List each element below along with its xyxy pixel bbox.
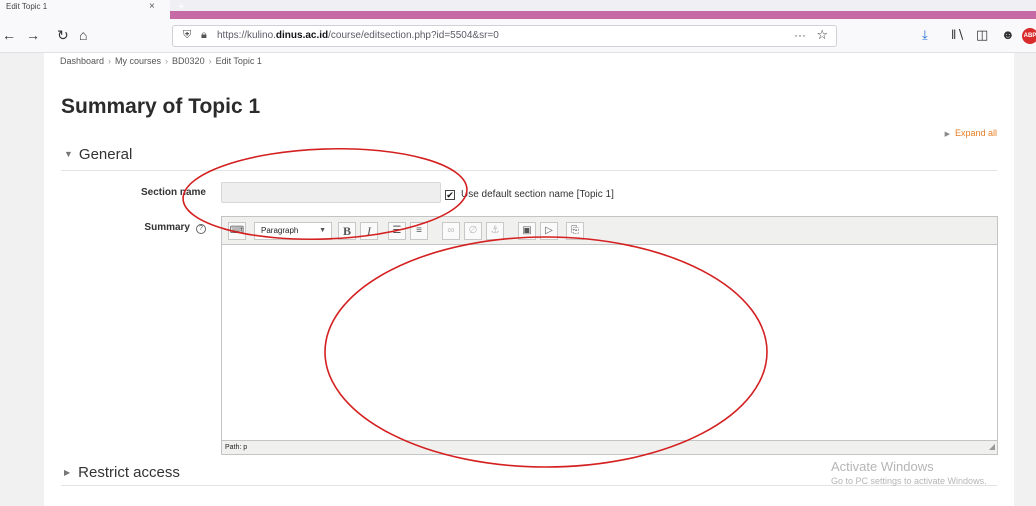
editor-status-bar: Path: p ◢ (222, 440, 997, 454)
paragraph-select-value: Paragraph (261, 226, 299, 235)
image-icon[interactable]: ▣ (518, 222, 536, 240)
chevron-right-icon: › (208, 56, 212, 66)
page-background: Dashboard › My courses › BD0320 › Edit Topic 1… (0, 53, 1036, 506)
caret-right-icon: ▶ (64, 468, 71, 477)
page-actions-button[interactable]: ··· (794, 28, 806, 42)
section-name-label: Section name (140, 187, 206, 198)
link-icon[interactable]: ∞ (442, 222, 460, 240)
breadcrumb-item-my-courses[interactable]: My courses (115, 56, 161, 66)
use-default-label: Use default section name [Topic 1] (461, 189, 614, 200)
chevron-down-icon: ▼ (319, 227, 326, 234)
url-domain: dinus.ac.id (275, 30, 329, 41)
chevron-right-icon: › (165, 56, 169, 66)
resize-handle-icon[interactable]: ◢ (989, 440, 995, 453)
lock-icon[interactable]: 🔒︎ (201, 29, 207, 42)
paragraph-select[interactable]: Paragraph ▼ (254, 222, 332, 240)
help-icon[interactable]: ? (196, 224, 206, 234)
divider (61, 170, 997, 171)
use-default-checkbox[interactable]: ✔ (445, 190, 455, 200)
forward-icon[interactable]: → (26, 26, 40, 44)
summary-label-row: Summary? (144, 222, 206, 234)
url-bar[interactable]: ⛨ 🔒︎ https://kulino.dinus.ac.id/course/e… (172, 25, 837, 47)
editor-text-area[interactable] (222, 245, 997, 440)
page-title: Summary of Topic 1 (61, 95, 261, 118)
unlink-icon[interactable]: ∅ (464, 222, 482, 240)
editor-path: Path: p (225, 444, 248, 451)
expand-all-link[interactable]: ▶ Expand all (945, 128, 997, 138)
general-section-toggle[interactable]: ▼ General (64, 146, 132, 163)
restrict-access-legend: Restrict access (78, 464, 180, 481)
breadcrumb-item-dashboard[interactable]: Dashboard (60, 56, 104, 66)
general-legend: General (78, 146, 133, 163)
download-icon[interactable]: ⤓ (922, 27, 928, 43)
italic-icon[interactable]: I (360, 222, 378, 240)
tab-close-button[interactable]: × (149, 1, 155, 12)
adblock-icon[interactable]: ABP (1022, 28, 1036, 44)
home-icon[interactable]: ⌂ (79, 26, 87, 44)
library-icon[interactable]: ‖∖ (951, 27, 965, 43)
main-content: Dashboard › My courses › BD0320 › Edit Topic 1… (44, 53, 1014, 506)
summary-editor: ⌨ Paragraph ▼ B I ☰ ≡ ∞ ∅ ⚓︎ ▣ ▷ ⎘ Path: … (221, 216, 998, 455)
breadcrumb-item-course[interactable]: BD0320 (172, 56, 205, 66)
account-icon[interactable]: ☻ (1001, 27, 1015, 42)
url-text[interactable]: https://kulino.dinus.ac.id/course/editse… (217, 30, 499, 41)
anchor-icon[interactable]: ⚓︎ (486, 222, 504, 240)
paste-icon[interactable]: ⎘ (566, 222, 584, 240)
navigation-bar: ← → ↻ ⌂ ⛨ 🔒︎ https://kulino.dinus.ac.id/… (0, 19, 1036, 53)
star-icon[interactable]: ☆ (816, 27, 828, 43)
restrict-access-toggle[interactable]: ▶ Restrict access (64, 464, 180, 481)
summary-label: Summary (144, 222, 190, 233)
editor-toolbar: ⌨ Paragraph ▼ B I ☰ ≡ ∞ ∅ ⚓︎ ▣ ▷ ⎘ (222, 217, 997, 245)
back-icon[interactable]: ← (2, 26, 16, 44)
toolbar-toggle-icon[interactable]: ⌨ (228, 222, 246, 240)
ordered-list-icon[interactable]: ≡ (410, 222, 428, 240)
tab-bar: Edit Topic 1 × + (0, 0, 1036, 19)
unordered-list-icon[interactable]: ☰ (388, 222, 406, 240)
url-path: /course/editsection.php?id=5504&sr=0 (328, 30, 499, 41)
tab-strip-accent (170, 11, 1036, 19)
chevron-right-icon: › (108, 56, 112, 66)
activate-windows-subtitle: Go to PC settings to activate Windows. (831, 476, 987, 486)
activate-windows-title: Activate Windows (831, 459, 934, 474)
tab-title: Edit Topic 1 (6, 2, 48, 11)
reload-icon[interactable]: ↻ (57, 26, 69, 44)
expand-all-label: Expand all (954, 128, 997, 138)
new-tab-button[interactable]: + (178, 1, 184, 13)
shield-icon[interactable]: ⛨ (183, 29, 191, 42)
sidebar-icon[interactable]: ◫ (976, 27, 988, 43)
browser-tab[interactable]: Edit Topic 1 × (0, 0, 170, 19)
caret-right-icon: ▶ (944, 131, 950, 138)
breadcrumb-item-current: Edit Topic 1 (215, 56, 262, 66)
media-icon[interactable]: ▷ (540, 222, 558, 240)
breadcrumb: Dashboard › My courses › BD0320 › Edit Topic 1 (60, 56, 262, 66)
section-name-input[interactable] (221, 182, 441, 203)
bold-icon[interactable]: B (338, 222, 356, 240)
caret-down-icon: ▼ (64, 149, 73, 159)
url-prefix: https://kulino. (217, 30, 276, 41)
